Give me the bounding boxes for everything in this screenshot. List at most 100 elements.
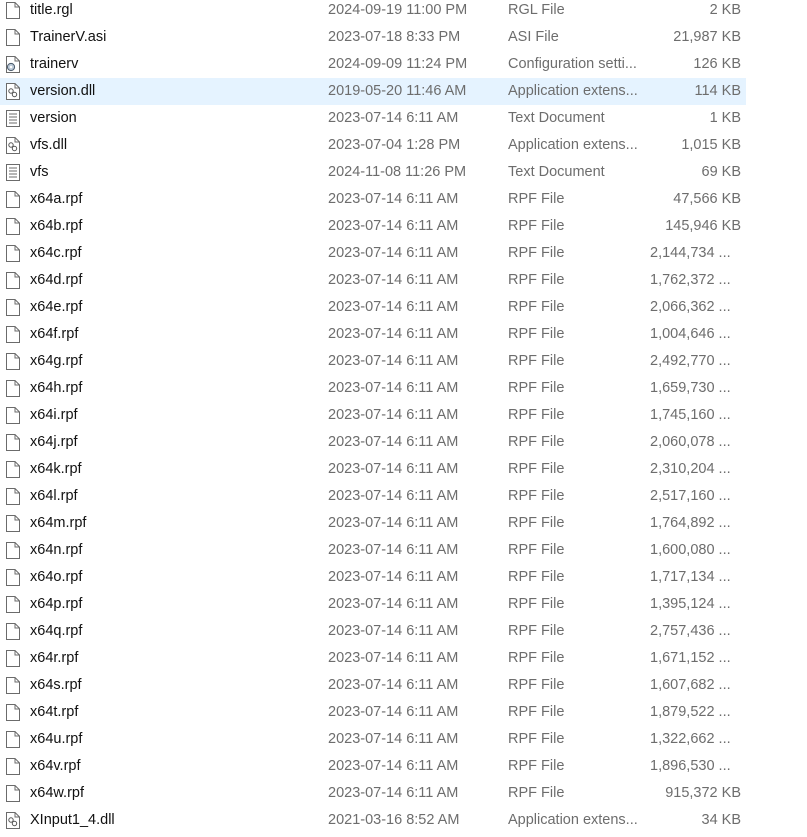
file-name: x64q.rpf — [30, 623, 83, 639]
file-row[interactable]: x64u.rpf 2023-07-14 6:11 AM RPF File 1,322,… — [0, 726, 807, 753]
file-name: x64p.rpf — [30, 596, 83, 612]
file-name: TrainerV.asi — [30, 29, 107, 45]
generic-file-icon — [6, 731, 20, 748]
file-name: x64g.rpf — [30, 353, 83, 369]
generic-file-icon — [6, 29, 20, 46]
file-row[interactable]: x64c.rpf 2023-07-14 6:11 AM RPF File 2,144,… — [0, 240, 807, 267]
file-type: RPF File — [508, 434, 565, 450]
file-size: 2,066,362 ... — [650, 299, 731, 315]
file-row[interactable]: x64i.rpf 2023-07-14 6:11 AM RPF File 1,745,… — [0, 402, 807, 429]
file-size: 1,896,530 ... — [650, 758, 731, 774]
file-date-modified: 2023-07-14 6:11 AM — [328, 515, 459, 531]
file-date-modified: 2023-07-14 6:11 AM — [328, 677, 459, 693]
file-type: Configuration setti... — [508, 56, 637, 72]
file-size: 126 KB — [693, 56, 741, 72]
file-name: version — [30, 110, 77, 126]
file-row[interactable]: x64f.rpf 2023-07-14 6:11 AM RPF File 1,004,… — [0, 321, 807, 348]
file-date-modified: 2023-07-14 6:11 AM — [328, 326, 459, 342]
file-size: 2,757,436 ... — [650, 623, 731, 639]
generic-file-icon — [6, 434, 20, 451]
dll-file-icon — [6, 812, 20, 829]
file-size: 2,517,160 ... — [650, 488, 731, 504]
file-name: x64v.rpf — [30, 758, 81, 774]
file-date-modified: 2023-07-14 6:11 AM — [328, 353, 459, 369]
file-date-modified: 2023-07-14 6:11 AM — [328, 191, 459, 207]
file-name: XInput1_4.dll — [30, 812, 115, 828]
file-size: 1,322,662 ... — [650, 731, 731, 747]
file-row[interactable]: XInput1_4.dll 2021-03-16 8:52 AM Applicati… — [0, 807, 807, 834]
file-row[interactable]: x64w.rpf 2023-07-14 6:11 AM RPF File 915,37… — [0, 780, 807, 807]
file-size: 114 KB — [694, 83, 742, 99]
generic-file-icon — [6, 785, 20, 802]
file-name: x64s.rpf — [30, 677, 82, 693]
generic-file-icon — [6, 380, 20, 397]
file-name: x64l.rpf — [30, 488, 78, 504]
file-name: x64c.rpf — [30, 245, 82, 261]
file-date-modified: 2023-07-14 6:11 AM — [328, 380, 459, 396]
generic-file-icon — [6, 299, 20, 316]
file-name: x64w.rpf — [30, 785, 84, 801]
file-size: 1,607,682 ... — [650, 677, 731, 693]
file-row[interactable]: trainerv 2024-09-09 11:24 PM Configuration… — [0, 51, 807, 78]
file-size: 1,600,080 ... — [650, 542, 731, 558]
file-row[interactable]: x64a.rpf 2023-07-14 6:11 AM RPF File 47,566… — [0, 186, 807, 213]
file-row[interactable]: x64e.rpf 2023-07-14 6:11 AM RPF File 2,066,… — [0, 294, 807, 321]
file-row[interactable]: x64t.rpf 2023-07-14 6:11 AM RPF File 1,879,… — [0, 699, 807, 726]
file-row[interactable]: x64q.rpf 2023-07-14 6:11 AM RPF File 2,757,… — [0, 618, 807, 645]
file-date-modified: 2023-07-14 6:11 AM — [328, 407, 459, 423]
file-row[interactable]: version 2023-07-14 6:11 AM Text Document 1 … — [0, 105, 807, 132]
file-date-modified: 2023-07-14 6:11 AM — [328, 758, 459, 774]
file-type: RPF File — [508, 515, 565, 531]
file-date-modified: 2024-09-09 11:24 PM — [328, 56, 468, 72]
generic-file-icon — [6, 515, 20, 532]
file-type: RPF File — [508, 407, 565, 423]
generic-file-icon — [6, 2, 20, 19]
file-row[interactable]: x64m.rpf 2023-07-14 6:11 AM RPF File 1,764,… — [0, 510, 807, 537]
file-type: RPF File — [508, 272, 565, 288]
file-row[interactable]: x64h.rpf 2023-07-14 6:11 AM RPF File 1,659,… — [0, 375, 807, 402]
file-type: RPF File — [508, 623, 565, 639]
file-row[interactable]: version.dll 2019-05-20 11:46 AM Applicatio… — [0, 78, 746, 105]
file-row[interactable]: title.rgl 2024-09-19 11:00 PM RGL File 2 KB — [0, 0, 807, 24]
generic-file-icon — [6, 488, 20, 505]
file-type: RPF File — [508, 731, 565, 747]
file-date-modified: 2023-07-14 6:11 AM — [328, 731, 459, 747]
file-row[interactable]: x64d.rpf 2023-07-14 6:11 AM RPF File 1,762,… — [0, 267, 807, 294]
generic-file-icon — [6, 542, 20, 559]
file-size: 21,987 KB — [673, 29, 741, 45]
config-settings-icon — [6, 56, 20, 73]
file-row[interactable]: x64s.rpf 2023-07-14 6:11 AM RPF File 1,607,… — [0, 672, 807, 699]
generic-file-icon — [6, 677, 20, 694]
file-name: x64a.rpf — [30, 191, 83, 207]
file-row[interactable]: x64g.rpf 2023-07-14 6:11 AM RPF File 2,492,… — [0, 348, 807, 375]
file-name: x64t.rpf — [30, 704, 79, 720]
file-row[interactable]: vfs.dll 2023-07-04 1:28 PM Application ext… — [0, 132, 807, 159]
file-size: 145,946 KB — [665, 218, 741, 234]
file-type: RPF File — [508, 299, 565, 315]
generic-file-icon — [6, 596, 20, 613]
file-row[interactable]: x64k.rpf 2023-07-14 6:11 AM RPF File 2,310,… — [0, 456, 807, 483]
file-row[interactable]: x64l.rpf 2023-07-14 6:11 AM RPF File 2,517,… — [0, 483, 807, 510]
file-name: trainerv — [30, 56, 79, 72]
file-row[interactable]: x64v.rpf 2023-07-14 6:11 AM RPF File 1,896,… — [0, 753, 807, 780]
file-size: 1,015 KB — [681, 137, 741, 153]
file-row[interactable]: x64b.rpf 2023-07-14 6:11 AM RPF File 145,94… — [0, 213, 807, 240]
file-size: 2,310,204 ... — [650, 461, 731, 477]
file-row[interactable]: x64o.rpf 2023-07-14 6:11 AM RPF File 1,717,… — [0, 564, 807, 591]
file-row[interactable]: TrainerV.asi 2023-07-18 8:33 PM ASI File 21… — [0, 24, 807, 51]
file-name: x64u.rpf — [30, 731, 83, 747]
file-row[interactable]: x64p.rpf 2023-07-14 6:11 AM RPF File 1,395,… — [0, 591, 807, 618]
file-size: 1,879,522 ... — [650, 704, 731, 720]
file-row[interactable]: vfs 2024-11-08 11:26 PM Text Document 69 KB — [0, 159, 807, 186]
file-row[interactable]: x64n.rpf 2023-07-14 6:11 AM RPF File 1,600,… — [0, 537, 807, 564]
file-row[interactable]: x64j.rpf 2023-07-14 6:11 AM RPF File 2,060,… — [0, 429, 807, 456]
generic-file-icon — [6, 569, 20, 586]
file-date-modified: 2019-05-20 11:46 AM — [328, 83, 467, 99]
file-type: Text Document — [508, 164, 605, 180]
file-size: 34 KB — [701, 812, 742, 828]
file-size: 915,372 KB — [665, 785, 741, 801]
file-name: x64o.rpf — [30, 569, 83, 585]
file-row[interactable]: x64r.rpf 2023-07-14 6:11 AM RPF File 1,671,… — [0, 645, 807, 672]
file-date-modified: 2024-11-08 11:26 PM — [328, 164, 467, 180]
file-name: x64r.rpf — [30, 650, 79, 666]
